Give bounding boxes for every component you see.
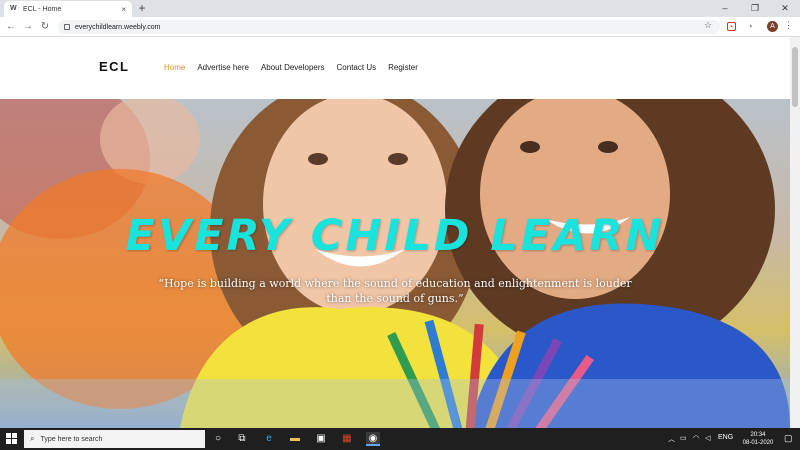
taskbar-clock[interactable]: 20:34 08-01-2020 xyxy=(740,431,776,447)
nav-link-advertise[interactable]: Advertise here xyxy=(197,63,249,72)
profile-avatar[interactable]: A xyxy=(767,21,778,32)
hero-quote: “Hope is building a world where the soun… xyxy=(158,277,632,305)
task-view-icon[interactable]: ⧉ xyxy=(235,432,249,446)
clock-time: 20:34 xyxy=(750,432,766,438)
maximize-window-button[interactable]: ❐ xyxy=(740,0,770,17)
edge-browser-icon[interactable]: e xyxy=(262,432,276,446)
back-arrow-icon[interactable]: ← xyxy=(4,20,18,34)
search-icon: ⌕ xyxy=(30,434,35,443)
close-window-button[interactable]: ✕ xyxy=(770,0,800,17)
chrome-icon[interactable]: ◉ xyxy=(366,432,380,446)
bookmark-star-icon[interactable]: ☆ xyxy=(704,20,712,31)
nav-link-contact[interactable]: Contact Us xyxy=(337,63,377,72)
windows-start-icon[interactable] xyxy=(6,433,17,444)
tab-close-icon[interactable]: × xyxy=(121,5,126,14)
site-header: ECL Home Advertise here About Developers… xyxy=(0,37,790,99)
file-explorer-icon[interactable]: ▬ xyxy=(288,432,302,446)
taskbar-search-placeholder: Type here to search xyxy=(40,435,103,443)
new-tab-button[interactable]: + xyxy=(135,1,149,15)
extension-icon[interactable]: ▪ xyxy=(727,22,736,31)
scrollbar-thumb[interactable] xyxy=(792,47,798,107)
hero-photo-illustration xyxy=(0,99,790,428)
cortana-circle-icon[interactable]: ○ xyxy=(211,432,225,446)
address-bar[interactable]: everychildlearn.weebly.com xyxy=(58,20,720,34)
page-viewport: ECL Home Advertise here About Developers… xyxy=(0,37,790,428)
lock-icon xyxy=(64,24,70,30)
hero-banner: EVERY CHILD LEARN “Hope is building a wo… xyxy=(0,99,790,428)
minimize-window-button[interactable]: – xyxy=(710,0,740,17)
tab-title: ECL - Home xyxy=(23,5,62,13)
input-language[interactable]: ENG xyxy=(718,434,733,441)
address-bar-url: everychildlearn.weebly.com xyxy=(75,23,161,31)
windows-taskbar: ⌕ Type here to search ○ ⧉ e ▬ ▣ ▦ ◉ ︿ ▭ … xyxy=(0,428,800,450)
taskbar-search-input[interactable]: ⌕ Type here to search xyxy=(24,430,205,448)
store-icon[interactable]: ▣ xyxy=(314,432,328,446)
battery-icon[interactable]: ▭ xyxy=(680,434,687,442)
browser-toolbar: ← → ↻ everychildlearn.weebly.com ☆ ▪ ◔ A… xyxy=(0,17,800,37)
site-logo[interactable]: ECL xyxy=(99,59,130,74)
hero-title: EVERY CHILD LEARN xyxy=(125,211,665,261)
notification-center-icon[interactable]: ▢ xyxy=(784,433,793,444)
forward-arrow-icon[interactable]: → xyxy=(21,20,35,34)
nav-link-home[interactable]: Home xyxy=(164,63,185,72)
browser-menu-icon[interactable]: ⋮ xyxy=(784,20,793,31)
nav-link-register[interactable]: Register xyxy=(388,63,418,72)
tray-expand-icon[interactable]: ︿ xyxy=(668,434,675,444)
browser-tab-active[interactable]: W ECL - Home × xyxy=(4,1,132,17)
clock-date: 08-01-2020 xyxy=(742,440,774,446)
page-scrollbar[interactable] xyxy=(790,37,800,428)
browser-tab-strip: W ECL - Home × + – ❐ ✕ xyxy=(0,0,800,17)
volume-icon[interactable]: ◁ xyxy=(705,434,710,442)
nav-link-about-developers[interactable]: About Developers xyxy=(261,63,325,72)
reload-icon[interactable]: ↻ xyxy=(38,20,52,34)
extension-gauge-icon[interactable]: ◔ xyxy=(744,21,756,33)
office-app-icon[interactable]: ▦ xyxy=(340,432,354,446)
weebly-favicon-icon: W xyxy=(10,5,17,12)
site-nav: Home Advertise here About Developers Con… xyxy=(164,63,418,72)
wifi-icon[interactable]: ◠ xyxy=(693,434,699,442)
